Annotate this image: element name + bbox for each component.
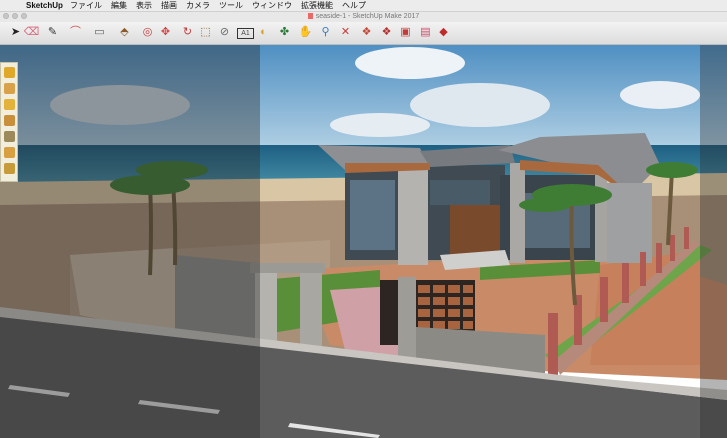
cloud (355, 47, 465, 79)
pillar (510, 163, 525, 263)
cloud (330, 113, 430, 137)
menu-item[interactable]: 表示 (136, 0, 152, 11)
pillar (398, 157, 428, 265)
move-icon[interactable]: ✥ (158, 25, 173, 40)
orbit-icon[interactable]: ✤ (277, 25, 292, 40)
gate-pillar (398, 277, 416, 363)
sandbox-icon[interactable] (4, 115, 15, 126)
house (318, 133, 660, 270)
ruby-icon[interactable]: ◆ (436, 25, 451, 40)
layers-icon[interactable] (4, 131, 15, 142)
tape-measure-icon[interactable]: ⊘ (217, 25, 232, 40)
window-title: seaside-1 - SketchUp Make 2017 (0, 12, 727, 22)
pillar (595, 170, 607, 262)
main-toolbar: ➤ ⌫ ✎ ⌒ ▭ ⬘ ◎ ✥ ↻ ⬚ ⊘ A1 ◐ ✤ ✋ ⚲ ✕ ❖ ❖ ▣ ▤ ◆ (0, 22, 727, 45)
menu-bar: SketchUp ファイル 編集 表示 描画 カメラ ツール ウィンドウ 拡張機能 ヘルプ (0, 0, 727, 12)
menu-item[interactable]: 描画 (161, 0, 177, 11)
menu-item[interactable]: 拡張機能 (301, 0, 333, 11)
pan-icon[interactable]: ✋ (298, 25, 313, 40)
window-title-text: seaside-1 - SketchUp Make 2017 (315, 13, 420, 20)
materials-icon[interactable] (4, 147, 15, 158)
layout-icon[interactable]: ▤ (418, 25, 433, 40)
menu-item[interactable]: ファイル (70, 0, 102, 11)
menu-items: ファイル 編集 表示 描画 カメラ ツール ウィンドウ 拡張機能 ヘルプ (70, 0, 366, 11)
document-icon (307, 13, 313, 19)
cloud (410, 83, 550, 127)
light-icon[interactable] (4, 99, 15, 110)
left-toolbar (0, 62, 18, 182)
zoom-icon[interactable]: ⚲ (318, 25, 333, 40)
window-titlebar: seaside-1 - SketchUp Make 2017 (0, 12, 727, 22)
scale-icon[interactable]: ⬚ (198, 25, 213, 40)
standard-views-icon[interactable] (4, 67, 15, 78)
house-side (607, 183, 652, 263)
offset-icon[interactable]: ◎ (140, 25, 155, 40)
cloud (620, 81, 700, 109)
section-shade-right (700, 45, 727, 438)
menu-item[interactable]: 編集 (111, 0, 127, 11)
share-model-icon[interactable]: ▣ (398, 25, 413, 40)
menu-item[interactable]: ツール (219, 0, 243, 11)
gate-beam (250, 263, 325, 273)
window-glass (350, 180, 395, 250)
app-menu[interactable]: SketchUp (26, 0, 63, 11)
entrance-door (450, 205, 500, 255)
menu-item[interactable]: カメラ (186, 0, 210, 11)
arc-icon[interactable]: ⌒ (68, 25, 83, 40)
line-icon[interactable]: ✎ (45, 25, 60, 40)
push-pull-icon[interactable]: ⬘ (117, 25, 132, 40)
text-icon[interactable]: A1 (237, 28, 254, 39)
settings-icon[interactable] (4, 163, 15, 174)
menu-item[interactable]: ヘルプ (342, 0, 366, 11)
rotate-icon[interactable]: ↻ (180, 25, 195, 40)
menu-item[interactable]: ウィンドウ (252, 0, 292, 11)
window-glass (430, 180, 490, 205)
zoom-extents-icon[interactable]: ✕ (338, 25, 353, 40)
extension-warehouse-icon[interactable]: ❖ (379, 25, 394, 40)
select-icon[interactable]: ➤ (8, 25, 23, 40)
eraser-icon[interactable]: ⌫ (24, 25, 40, 40)
shape-icon[interactable]: ▭ (92, 25, 107, 40)
section-shade-left (0, 45, 260, 438)
paint-bucket-icon[interactable]: ◐ (256, 25, 271, 40)
shadow-icon[interactable] (4, 83, 15, 94)
warehouse-icon[interactable]: ❖ (359, 25, 374, 40)
